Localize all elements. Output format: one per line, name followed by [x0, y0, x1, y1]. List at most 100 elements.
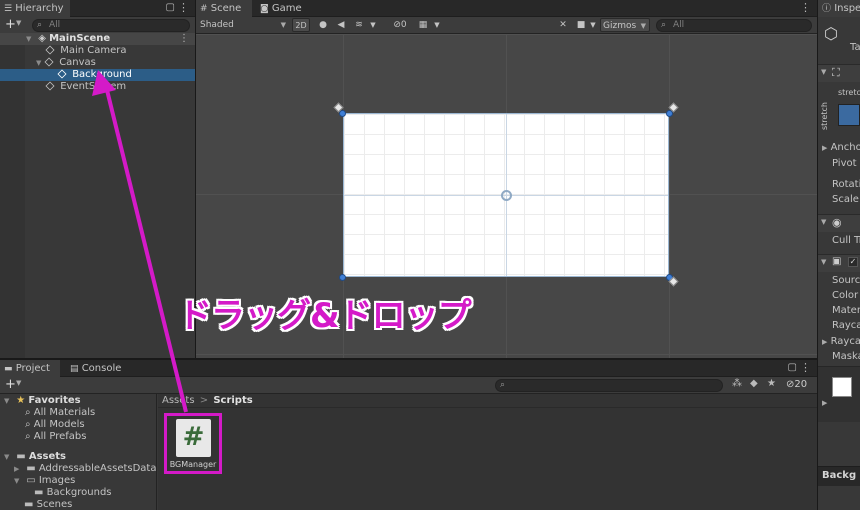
tab-project[interactable]: ▬ Project [0, 360, 60, 377]
gizmos-dropdown[interactable]: Gizmos ▼ [600, 18, 650, 32]
hierarchy-item-background[interactable]: Background [0, 69, 195, 81]
expand-arrow-icon[interactable]: ▼ [36, 57, 45, 69]
tab-game-label: Game [271, 3, 302, 14]
list-icon: ☰ [4, 4, 13, 14]
breadcrumb: Assets > Scripts [158, 394, 817, 408]
shading-mode-dropdown[interactable]: Shaded ▼ [198, 18, 288, 32]
folder-item-label: Scenes [36, 499, 73, 510]
hierarchy-item-main-camera[interactable]: Main Camera [0, 45, 195, 57]
add-button[interactable]: + [5, 377, 16, 392]
image-icon: ▣ [832, 256, 842, 267]
hidden-packages-toggle[interactable]: ⊘20 [786, 379, 807, 390]
chevron-down-icon[interactable]: ▼ [588, 18, 598, 32]
hierarchy-toolbar: + ▼ ⌕ All [0, 17, 195, 34]
gameobject-icon [57, 69, 67, 79]
lighting-icon[interactable]: ● [316, 18, 330, 32]
audio-icon[interactable]: ◀ [334, 18, 348, 32]
canvas-renderer-header[interactable]: ▼ ◉ [818, 214, 860, 232]
anchor-handle-top-left[interactable] [339, 110, 346, 117]
favorite-item[interactable]: ⌕ All Materials [0, 407, 156, 419]
gameobject-icon [45, 45, 55, 55]
scene-menu-icon[interactable]: ⋮ [179, 33, 189, 45]
tab-scene-label: Scene [210, 3, 242, 14]
pivot-icon[interactable] [501, 190, 512, 201]
camera-icon[interactable]: ■ [574, 18, 588, 32]
inspector-field-rotation: Rotati [832, 179, 860, 191]
hierarchy-item-eventsystem[interactable]: EventSystem [0, 81, 195, 93]
expand-arrow-icon[interactable]: ▼ [26, 33, 35, 45]
hierarchy-scene-row[interactable]: ▼ ◈ MainScene ⋮ [0, 33, 195, 45]
project-search-input[interactable]: ⌕ [495, 379, 723, 392]
hierarchy-item-canvas[interactable]: ▼ Canvas [0, 57, 195, 69]
gameobject-icon [44, 57, 54, 67]
star-icon: ★ [16, 395, 26, 406]
lock-icon[interactable]: ▢ [166, 2, 175, 13]
expand-arrow-icon[interactable]: ▼ [14, 475, 23, 487]
inspector-panel: ⓘ Inspe ⬡ Ta ▼ ⛶ stretc stretch ▶ Ancho … [818, 0, 860, 510]
favorite-item[interactable]: ⌕ All Prefabs [0, 431, 156, 443]
folder-icon: ▬ [26, 463, 36, 474]
favorite-item[interactable]: ⌕ All Models [0, 419, 156, 431]
rect-transform-header[interactable]: ▼ ⛶ [818, 64, 860, 82]
chevron-down-icon: ▼ [280, 21, 286, 29]
tab-game[interactable]: ◙ Game [256, 0, 306, 17]
inspector-field-anchors[interactable]: ▶ Ancho [822, 142, 860, 154]
field-label: Rotati [832, 179, 860, 190]
anchor-handle-bottom-left[interactable] [339, 274, 346, 281]
add-button[interactable]: + [5, 17, 16, 32]
folder-item[interactable]: ▬ Backgrounds [0, 487, 156, 499]
tab-scene[interactable]: # Scene [196, 0, 252, 17]
toggle-2d-button[interactable]: 2D [292, 18, 310, 32]
chevron-down-icon[interactable]: ▼ [432, 18, 442, 32]
expand-arrow-icon: ▼ [821, 218, 827, 226]
kebab-menu-icon[interactable]: ⋮ [178, 1, 189, 14]
inspector-field-raycast-padding[interactable]: ▶ Rayca [822, 336, 860, 348]
assets-header[interactable]: ▼ ▬ Assets [0, 451, 156, 463]
anchor-preset-button[interactable] [838, 104, 860, 126]
folder-item[interactable]: ▶ ▬ AddressableAssetsData [0, 463, 156, 475]
filter-by-label-icon[interactable]: ◆ [750, 378, 758, 389]
scene-search-placeholder: All [673, 20, 685, 30]
material-swatch [832, 377, 852, 397]
breadcrumb-item[interactable]: Assets [162, 395, 195, 406]
favorite-item-label: All Models [33, 419, 85, 430]
expand-arrow-icon[interactable]: ▼ [4, 395, 13, 407]
favorites-header[interactable]: ▼ ★ Favorites [0, 395, 156, 407]
expand-arrow-icon[interactable]: ▶ [14, 463, 23, 475]
canvas-rect[interactable] [343, 113, 669, 277]
tab-console[interactable]: ▤ Console [66, 360, 126, 377]
chevron-down-icon[interactable]: ▼ [368, 18, 378, 32]
favorite-star-icon[interactable]: ★ [767, 378, 776, 389]
field-label: Scale [832, 194, 859, 205]
chevron-down-icon[interactable]: ▼ [16, 19, 21, 27]
favorite-item-label: All Prefabs [33, 431, 87, 442]
breadcrumb-item[interactable]: Scripts [213, 395, 252, 406]
inspector-tabbar: ⓘ Inspe [818, 0, 860, 17]
hierarchy-tree: ▼ ◈ MainScene ⋮ Main Camera ▼ Canvas Bac… [0, 33, 195, 358]
folder-item[interactable]: ▼ ▭ Images [0, 475, 156, 487]
grid-toggle-icon[interactable]: ▦ [416, 18, 430, 32]
field-label: Mater [832, 305, 860, 316]
hierarchy-item-label: Canvas [59, 57, 96, 68]
folder-open-icon: ▭ [26, 475, 36, 486]
enabled-checkbox[interactable]: ✓ [848, 257, 858, 267]
filter-by-type-icon[interactable]: ⁂ [732, 378, 742, 389]
scene-search-input[interactable]: ⌕ All [656, 19, 812, 32]
lock-icon[interactable]: ▢ [788, 362, 797, 373]
tab-inspector[interactable]: ⓘ Inspe [818, 0, 860, 17]
expand-arrow-icon[interactable]: ▼ [4, 451, 13, 463]
scene-visibility-toggle[interactable]: ⊘0 [388, 18, 412, 32]
kebab-menu-icon[interactable]: ⋮ [800, 1, 811, 14]
tools-icon[interactable]: ✕ [556, 18, 570, 32]
inspector-field-cull-transparent: Cull Tr [832, 235, 860, 247]
tab-hierarchy[interactable]: ☰ Hierarchy [0, 0, 70, 17]
image-component-header[interactable]: ▼ ▣ ✓ [818, 254, 860, 272]
csharp-hash-icon: # [182, 422, 205, 452]
hierarchy-search-input[interactable]: ⌕ All [32, 19, 190, 32]
asset-tile[interactable]: # BGManager [164, 413, 222, 474]
kebab-menu-icon[interactable]: ⋮ [800, 361, 811, 374]
anchor-triangle-icon[interactable] [668, 276, 679, 287]
effects-icon[interactable]: ≋ [352, 18, 366, 32]
folder-item[interactable]: ▬ Scenes [0, 499, 156, 510]
chevron-down-icon[interactable]: ▼ [16, 379, 21, 387]
